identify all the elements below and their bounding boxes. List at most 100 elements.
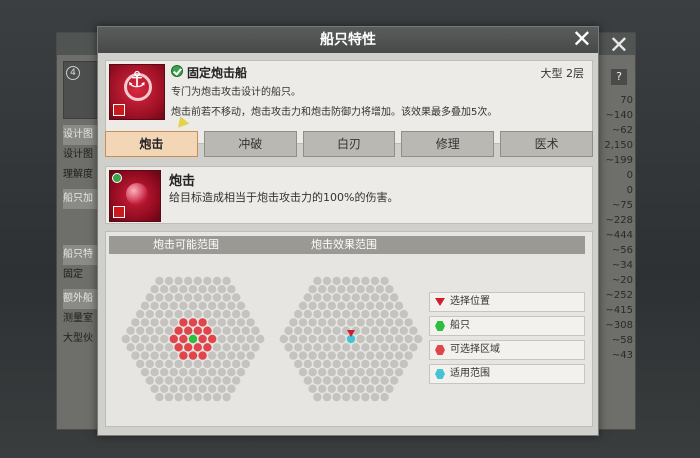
tab-bombard[interactable]: 炮击 xyxy=(105,131,198,157)
hex-cell xyxy=(337,351,346,360)
hex-cell xyxy=(184,293,193,302)
hex-cell xyxy=(184,309,193,319)
hex-cell xyxy=(318,368,327,377)
bg-value: 2,150 xyxy=(604,140,633,151)
hex-cell xyxy=(222,359,231,369)
hex-cell xyxy=(399,343,408,352)
hex-cell xyxy=(188,285,198,294)
hex-cell xyxy=(241,359,250,369)
hex-cell xyxy=(136,326,145,335)
hex-cell xyxy=(380,276,389,286)
bg-value: ~75 xyxy=(611,200,633,211)
hex-cell-selectable xyxy=(174,343,183,352)
legend-label: 选择位置 xyxy=(450,296,490,307)
hex-cell xyxy=(380,326,389,335)
hex-cell xyxy=(208,301,217,310)
hex-cell xyxy=(380,376,389,385)
hex-cell xyxy=(375,318,384,327)
hex-cell xyxy=(370,326,380,335)
hex-cell xyxy=(337,368,346,377)
hex-cell xyxy=(160,334,169,344)
hex-cell xyxy=(236,351,246,360)
hex-cell xyxy=(313,359,322,369)
hex-cell xyxy=(227,318,236,327)
hex-cell xyxy=(222,343,231,352)
bg-value: ~444 xyxy=(605,230,633,241)
hex-cell xyxy=(380,293,389,302)
hex-cell xyxy=(361,343,370,352)
hex-cell xyxy=(236,368,246,377)
hex-cell xyxy=(394,368,404,377)
hex-cell xyxy=(155,276,164,286)
background-close-icon[interactable]: ✕ xyxy=(609,31,629,59)
hex-cell xyxy=(232,309,241,319)
hex-cell xyxy=(212,359,222,369)
hex-cell xyxy=(351,359,360,369)
hex-cell xyxy=(356,285,365,294)
hex-cell xyxy=(322,326,332,335)
hex-cell xyxy=(394,318,404,327)
hex-cell xyxy=(342,392,351,402)
hex-cell xyxy=(169,318,178,327)
hex-cell xyxy=(121,334,130,344)
hex-cell xyxy=(303,359,312,369)
hex-cell xyxy=(342,359,351,369)
hex-cell xyxy=(164,309,174,319)
hex-cell xyxy=(370,392,380,402)
hex-cell xyxy=(160,351,169,360)
hex-cell xyxy=(198,285,207,294)
tab-melee[interactable]: 白刃 xyxy=(302,131,396,157)
hex-cell xyxy=(150,351,159,360)
hex-cell-selectable xyxy=(198,351,207,360)
cyan-hex-icon xyxy=(435,369,445,379)
hex-cell xyxy=(289,318,298,327)
hex-cell xyxy=(327,384,336,393)
hex-cell xyxy=(322,309,332,319)
hex-cell xyxy=(227,351,236,360)
hex-cell xyxy=(404,334,413,344)
hex-cell xyxy=(136,343,145,352)
hex-cell xyxy=(246,318,255,327)
hex-cell xyxy=(313,276,322,286)
hex-cell xyxy=(136,309,145,319)
hex-cell-selectable xyxy=(184,343,193,352)
hex-cell xyxy=(322,392,332,402)
cannonball-shape xyxy=(126,183,148,205)
tab-repair[interactable]: 修理 xyxy=(401,131,495,157)
hex-cell xyxy=(164,293,174,302)
tab-medicine[interactable]: 医术 xyxy=(500,131,593,157)
hex-cell xyxy=(155,309,164,319)
legend-item-ship: 船只 xyxy=(429,316,585,336)
hex-cell xyxy=(131,334,140,344)
hex-cell xyxy=(385,285,394,294)
hex-cell xyxy=(246,334,255,344)
hex-cell-selectable xyxy=(184,326,193,335)
close-icon[interactable]: ✕ xyxy=(572,26,592,52)
hex-cell xyxy=(217,334,226,344)
hex-cell xyxy=(361,276,370,286)
hex-cell xyxy=(241,343,250,352)
hex-cell xyxy=(136,359,145,369)
hex-cell xyxy=(308,384,317,393)
hex-cell xyxy=(332,359,341,369)
sub-badge-icon xyxy=(113,104,125,116)
hex-cell xyxy=(212,326,222,335)
hex-cell xyxy=(164,276,174,286)
hex-cell xyxy=(222,326,231,335)
hex-cell xyxy=(332,293,341,302)
hex-cell xyxy=(150,301,159,310)
hex-cell xyxy=(404,318,413,327)
hex-cell xyxy=(356,351,365,360)
hex-cell xyxy=(380,359,389,369)
range-panel: 炮击可能范围 炮击效果范围 选择位置 船只 可选择区域 适用范围 xyxy=(105,231,593,427)
hex-cell-ship xyxy=(188,334,198,344)
hex-cell xyxy=(208,285,217,294)
hex-cell xyxy=(303,343,312,352)
help-icon[interactable]: ? xyxy=(611,69,627,85)
hex-cell xyxy=(351,392,360,402)
hex-cell xyxy=(385,351,394,360)
hex-cell xyxy=(375,368,384,377)
hex-cell xyxy=(131,351,140,360)
hex-cell xyxy=(169,301,178,310)
tab-breakthrough[interactable]: 冲破 xyxy=(203,131,297,157)
